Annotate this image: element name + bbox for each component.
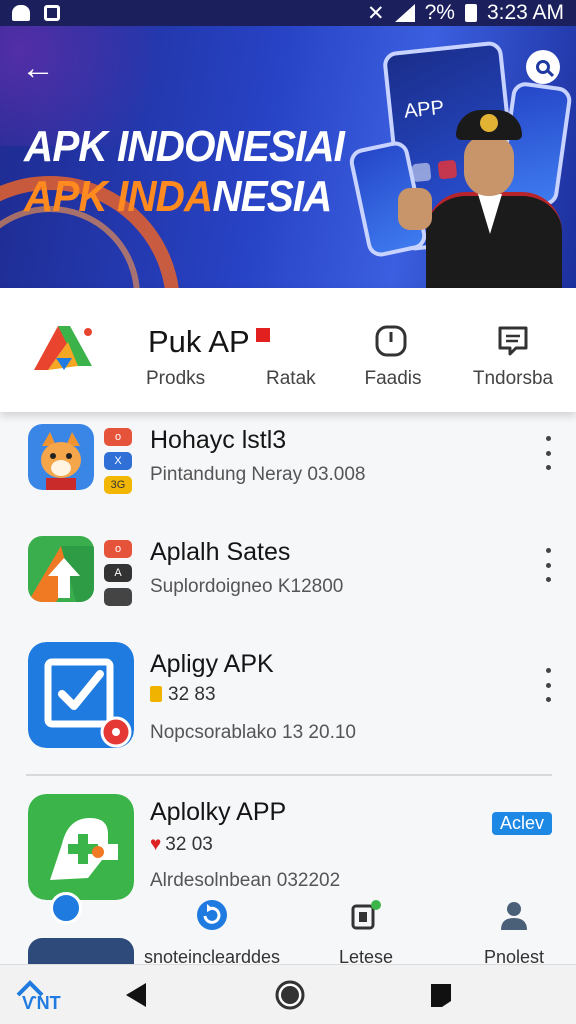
more-options-icon[interactable] [542,668,554,702]
document-icon [351,900,381,930]
list-item-title: Aplolky APP [150,798,287,826]
back-button[interactable]: ← [18,48,58,88]
arrow-app-icon [28,536,94,602]
list-item-subtitle: Alrdesolnbean 032202 [150,870,341,891]
list-item-subtitle: Suplordoigneo K12800 [150,576,344,597]
list-item-subtitle: Pintandung Neray 03.008 [150,464,366,485]
message-icon[interactable] [496,324,530,358]
clock-icon[interactable] [374,324,408,358]
more-options-icon[interactable] [542,436,554,470]
system-nav-bar: ѴNT [0,964,576,1024]
thumbs-up-icon [398,188,432,230]
search-icon [536,60,550,74]
mini-badges: o X 3G [104,428,132,500]
plus-app-icon [28,794,134,900]
app-meta-rating: Ratak [266,368,316,389]
nav-back-icon[interactable] [124,981,148,1009]
officer-illustration [398,110,566,288]
app-meta-category: Prodks [146,368,206,389]
list-item-subtitle: Nopcsorablako 13 20.10 [150,722,356,743]
banner-title-orange: APK INDA [24,172,213,221]
app-notification-icon [44,5,60,21]
notification-icon [12,5,30,21]
screen: ✕ ?% 3:23 AM ← APK INDONESIAI APK INDANE… [0,0,576,1024]
list-item-title: Aplalh Sates [150,538,291,566]
divider [26,774,552,776]
arrow-left-icon: ← [21,48,55,87]
signal-icon [394,4,415,22]
mini-badges: o A [104,540,132,612]
bottom-tab-bar: snoteinclearddes Letese Pnolest [0,892,576,967]
status-bar: ✕ ?% 3:23 AM [0,0,576,26]
mute-icon: ✕ [366,1,385,25]
refresh-badge-icon [50,892,82,924]
profile-icon [501,902,527,930]
list-item[interactable]: o A Aplalh Sates Suplordoigneo K12800 [0,524,576,634]
checkbox-app-icon [28,642,134,748]
list-item-title: Hohayc lstl3 [150,426,287,454]
list-item-price: ♥ 32 03 [150,834,213,855]
more-options-icon[interactable] [542,548,554,582]
flag-icon [255,328,270,342]
app-header-card: Puk AP Prodks Ratak Faadis Tndorsba [0,288,576,412]
banner-title-line2: APK INDANESIA [24,172,332,222]
nav-recents-icon[interactable] [428,981,454,1009]
app-logo-icon [34,326,92,370]
coin-icon [150,686,162,702]
tab-discover[interactable]: snoteinclearddes [142,892,282,968]
battery-icon [464,4,477,22]
heart-icon: ♥ [150,834,162,855]
tab-release[interactable]: Letese [296,892,436,968]
brand-logo-icon: ѴNT [16,980,61,1011]
status-badge[interactable]: Aclev [491,812,552,835]
svg-text:ѴNT: ѴNT [22,993,61,1011]
action-label-tndorsba[interactable]: Tndorsba [458,368,568,390]
list-item-price: 32 83 [150,684,216,706]
banner-title-white: NESIA [212,172,332,221]
partial-app-icon [28,938,134,964]
list-item[interactable]: Apligy APK 32 83 Nopcsorablako 13 20.10 [0,638,576,768]
banner-title-line1: APK INDONESIAI [24,122,345,171]
app-name: Puk AP [148,324,270,360]
hero-banner: ← APK INDONESIAI APK INDANESIA APP [0,26,576,288]
clock: 3:23 AM [486,1,564,24]
tab-profile[interactable]: Pnolest [444,892,576,968]
action-label-faadis[interactable]: Faadis [338,368,448,390]
battery-percent: ?% [424,1,455,24]
list-item[interactable]: o X 3G Hohayc lstl3 Pintandung Neray 03.… [0,412,576,522]
search-button[interactable] [526,50,560,84]
fox-app-icon [28,424,94,490]
list-item-title: Apligy APK [150,650,274,678]
nav-home-icon[interactable] [274,979,306,1011]
refresh-icon [197,900,227,930]
